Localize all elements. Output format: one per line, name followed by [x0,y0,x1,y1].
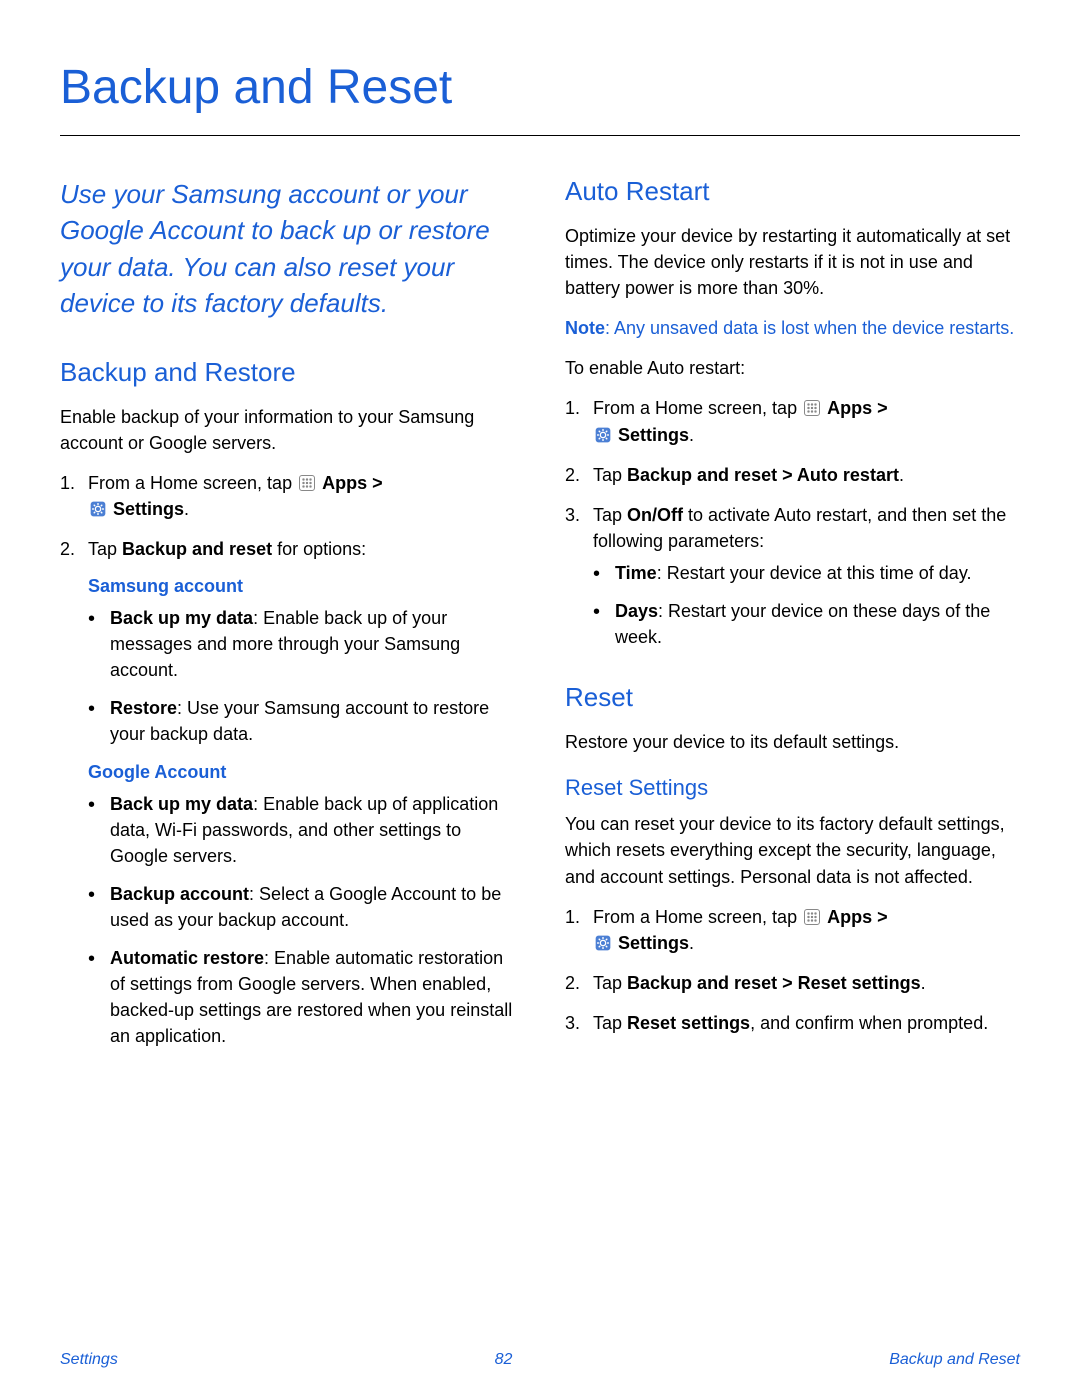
backup-restore-heading: Backup and Restore [60,357,515,388]
reset-step-1: From a Home screen, tap Apps > Settings. [565,904,1020,956]
apps-icon [299,475,315,491]
list-item: Back up my data: Enable back up of appli… [88,791,515,869]
samsung-account-block: Samsung account Back up my data: Enable … [88,576,515,747]
step-text: From a Home screen, tap [88,473,297,493]
reset-settings-desc: You can reset your device to its factory… [565,811,1020,889]
backup-step-2: Tap Backup and reset for options: [60,536,515,562]
content-columns: Use your Samsung account or your Google … [60,176,1020,1063]
settings-icon [595,935,611,951]
step-text: Tap [593,465,627,485]
gt: > [872,398,888,418]
auto-params: Time: Restart your device at this time o… [593,560,1020,650]
step-text: Tap [88,539,122,559]
backup-reset-label: Backup and reset [122,539,272,559]
apps-label: Apps [827,907,872,927]
backup-step-1: From a Home screen, tap Apps > Settings. [60,470,515,522]
list-item: Restore: Use your Samsung account to res… [88,695,515,747]
reset-settings-action: Reset settings [627,1013,750,1033]
bullet-title: Restore [110,698,177,718]
auto-restart-note: Note: Any unsaved data is lost when the … [565,315,1020,341]
step-text: From a Home screen, tap [593,907,802,927]
left-column: Use your Samsung account or your Google … [60,176,515,1063]
path: Backup and reset > Auto restart [627,465,899,485]
list-item: Back up my data: Enable back up of your … [88,605,515,683]
period: . [689,425,694,445]
reset-step-3: Tap Reset settings, and confirm when pro… [565,1010,1020,1036]
samsung-bullets: Back up my data: Enable back up of your … [88,605,515,747]
reset-desc: Restore your device to its default setti… [565,729,1020,755]
apps-label: Apps [322,473,367,493]
step-text: , and confirm when prompted. [750,1013,988,1033]
reset-heading: Reset [565,682,1020,713]
google-bullets: Back up my data: Enable back up of appli… [88,791,515,1050]
step-text: Tap [593,1013,627,1033]
list-item: Days: Restart your device on these days … [593,598,1020,650]
settings-icon [90,501,106,517]
list-item: Time: Restart your device at this time o… [593,560,1020,586]
auto-steps: From a Home screen, tap Apps > Settings.… [565,395,1020,650]
onoff: On/Off [627,505,683,525]
footer-page-number: 82 [495,1351,513,1369]
settings-label: Settings [113,499,184,519]
bullet-title: Backup account [110,884,249,904]
intro-text: Use your Samsung account or your Google … [60,176,515,322]
apps-label: Apps [827,398,872,418]
period: . [921,973,926,993]
apps-icon [804,400,820,416]
google-account-block: Google Account Back up my data: Enable b… [88,762,515,1050]
settings-label: Settings [618,933,689,953]
auto-step-2: Tap Backup and reset > Auto restart. [565,462,1020,488]
backup-restore-desc: Enable backup of your information to you… [60,404,515,456]
list-item: Backup account: Select a Google Account … [88,881,515,933]
bullet-title: Days [615,601,658,621]
auto-step-1: From a Home screen, tap Apps > Settings. [565,395,1020,447]
bullet-title: Back up my data [110,794,253,814]
backup-steps: From a Home screen, tap Apps > Settings.… [60,470,515,562]
path: Backup and reset > Reset settings [627,973,921,993]
footer-right: Backup and Reset [889,1351,1020,1369]
reset-step-2: Tap Backup and reset > Reset settings. [565,970,1020,996]
apps-icon [804,909,820,925]
reset-settings-heading: Reset Settings [565,775,1020,801]
right-column: Auto Restart Optimize your device by res… [565,176,1020,1063]
gt: > [367,473,383,493]
auto-restart-heading: Auto Restart [565,176,1020,207]
auto-restart-desc: Optimize your device by restarting it au… [565,223,1020,301]
step-text: From a Home screen, tap [593,398,802,418]
reset-steps: From a Home screen, tap Apps > Settings.… [565,904,1020,1036]
bullet-title: Time [615,563,657,583]
gt: > [872,907,888,927]
bullet-text: : Restart your device on these days of t… [615,601,990,647]
google-account-heading: Google Account [88,762,515,783]
auto-step-3: Tap On/Off to activate Auto restart, and… [565,502,1020,650]
list-item: Automatic restore: Enable automatic rest… [88,945,515,1049]
bullet-text: : Restart your device at this time of da… [657,563,972,583]
note-label: Note [565,318,605,338]
bullet-title: Back up my data [110,608,253,628]
step-text: for options: [272,539,366,559]
footer-left: Settings [60,1351,118,1369]
period: . [184,499,189,519]
title-divider [60,135,1020,136]
enable-lead: To enable Auto restart: [565,355,1020,381]
step-text: Tap [593,973,627,993]
page-footer: Settings 82 Backup and Reset [60,1351,1020,1369]
settings-icon [595,427,611,443]
settings-label: Settings [618,425,689,445]
note-text: : Any unsaved data is lost when the devi… [605,318,1014,338]
period: . [899,465,904,485]
period: . [689,933,694,953]
step-text: Tap [593,505,627,525]
page-title: Backup and Reset [60,60,1020,115]
samsung-account-heading: Samsung account [88,576,515,597]
bullet-title: Automatic restore [110,948,264,968]
